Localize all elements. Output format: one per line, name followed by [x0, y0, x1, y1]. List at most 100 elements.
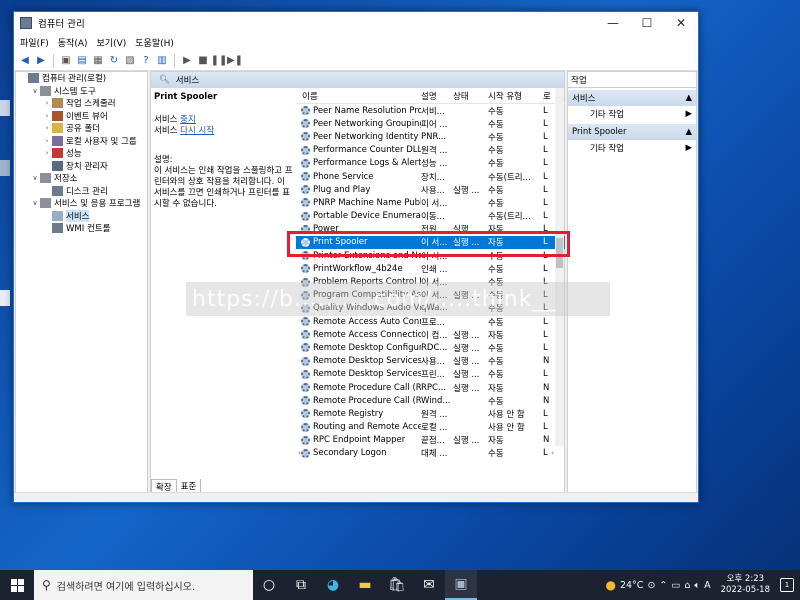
column-description[interactable]: 설명 [421, 90, 453, 102]
expand-chevron-icon[interactable]: ∨ [30, 87, 40, 95]
tree-node[interactable]: ∨ 저장소 [16, 172, 147, 185]
stop-service-link[interactable]: 중지 [180, 115, 196, 125]
service-row[interactable]: Remote Desktop Services 사용... 실행 ... 수동 N [296, 355, 565, 368]
service-row[interactable]: Remote Procedure Call (RP...RPC... 실행 ...… [296, 381, 565, 394]
expand-chevron-icon[interactable]: › [42, 124, 52, 132]
menu-file[interactable]: 파일(F) [20, 36, 49, 49]
actions-section-print-spooler[interactable]: Print Spooler ▲ [568, 124, 696, 140]
people-icon[interactable]: ⊙ [647, 580, 655, 591]
forward-arrow-icon[interactable]: ▶ [34, 54, 48, 68]
service-row[interactable]: Remote Desktop Configura...RDC... 실행 ... 수… [296, 341, 565, 354]
tab-standard[interactable]: 표준 [177, 479, 202, 493]
hidden-icons-chevron-icon[interactable]: ⌃ [659, 580, 667, 591]
refresh-icon[interactable]: ↻ [107, 54, 121, 68]
service-description-cell: 원격 ... [421, 146, 448, 157]
tree-node[interactable]: WMI 컨트롤 [16, 222, 147, 235]
help-icon[interactable]: ? [139, 54, 153, 68]
tree-node[interactable]: ∨ 시스템 도구 [16, 85, 147, 98]
tree-node[interactable]: › 작업 스케줄러 [16, 97, 147, 110]
notification-center-icon[interactable]: 1 [780, 578, 794, 592]
service-row[interactable]: Remote Access Connection...이 컴... 실행 ... 자… [296, 328, 565, 341]
tree-node[interactable]: › 공유 폴더 [16, 122, 147, 135]
show-hide-tree-icon[interactable]: ▤ [75, 54, 89, 68]
battery-icon[interactable]: ⌂ [684, 580, 690, 591]
mail-icon[interactable]: ✉ [413, 570, 445, 600]
volume-icon[interactable]: 🔈︎ [694, 580, 700, 591]
more-actions-item[interactable]: 기타 작업 ▶ [568, 140, 696, 156]
menu-view[interactable]: 보기(V) [97, 36, 127, 49]
expand-chevron-icon[interactable]: › [42, 99, 52, 107]
tab-extended[interactable]: 확장 [151, 479, 177, 493]
back-arrow-icon[interactable]: ◀ [18, 54, 32, 68]
service-row[interactable]: PNRP Machine Name Publi... 이 서... 수동 L [296, 196, 565, 209]
service-row[interactable]: Performance Logs & Alerts 성능 ... 수동 L [296, 157, 565, 170]
scroll-right-icon[interactable]: › [551, 449, 554, 457]
tree-node[interactable]: › 로컬 사용자 및 그룹 [16, 135, 147, 148]
tree-node[interactable]: 장치 관리자 [16, 160, 147, 173]
weather-temperature[interactable]: 24°C [620, 580, 643, 591]
service-row[interactable]: Remote Registry 원격 ... 사용 안 함L [296, 407, 565, 420]
service-row[interactable]: PrintWorkflow_4b24e 인쇄 ... 수동 L [296, 262, 565, 275]
expand-chevron-icon[interactable]: › [42, 137, 52, 145]
start-button[interactable] [0, 570, 34, 600]
collapse-up-icon[interactable]: ▲ [685, 93, 692, 103]
restart-service-icon[interactable]: ▶❚ [227, 54, 243, 68]
tree-node[interactable]: ∨ 서비스 및 응용 프로그램 [16, 197, 147, 210]
service-row[interactable]: Performance Counter DLL ...원격 ...수동L [296, 144, 565, 157]
close-button[interactable]: ✕ [664, 12, 698, 34]
service-row[interactable]: Remote Procedure Call (RP...Wind...수동N [296, 394, 565, 407]
properties-icon[interactable]: ▦ [91, 54, 105, 68]
scroll-left-icon[interactable]: ‹ [298, 449, 301, 457]
service-row[interactable]: Portable Device Enumerato...이동... 수동(트리..… [296, 210, 565, 223]
service-row[interactable]: Peer Networking Identity ... PNR... 수동 L [296, 130, 565, 143]
store-icon[interactable]: 🛍︎ [381, 570, 413, 600]
edge-browser-icon[interactable]: ◕ [317, 570, 349, 600]
actions-section-services[interactable]: 서비스 ▲ [568, 90, 696, 106]
service-row[interactable]: Remote Desktop Services ... 프린... 실행 ... 수동… [296, 368, 565, 381]
horizontal-scrollbar[interactable]: ‹ › [296, 448, 556, 458]
service-row[interactable]: Plug and Play 사용... 실행 ... 수동 L [296, 183, 565, 196]
service-row[interactable]: RPC Endpoint Mapper 끝점... 실행 ... 자동 N [296, 434, 565, 447]
weather-sun-icon[interactable]: ● [605, 578, 615, 592]
service-row[interactable]: Routing and Remote Access 로컬 ... 사용 안 함L [296, 421, 565, 434]
title-bar[interactable]: 컴퓨터 관리 — ☐ ✕ [14, 12, 698, 34]
tree-node[interactable]: 서비스 [16, 209, 147, 223]
file-explorer-icon[interactable]: ▬ [349, 570, 381, 600]
start-service-icon[interactable]: ▶ [180, 54, 194, 68]
export-list-icon[interactable]: ▧ [123, 54, 137, 68]
expand-chevron-icon[interactable]: › [42, 112, 52, 120]
service-row[interactable]: Peer Networking Grouping 피어 ... 수동 L [296, 117, 565, 130]
restart-service-link[interactable]: 다시 시작 [180, 126, 214, 136]
collapse-up-icon[interactable]: ▲ [685, 127, 692, 137]
expand-chevron-icon[interactable]: ∨ [30, 174, 40, 182]
column-name[interactable]: 이름 [296, 90, 421, 102]
vertical-scrollbar[interactable] [555, 88, 564, 446]
tree-node[interactable]: 디스크 관리 [16, 185, 147, 198]
computer-management-taskbar-icon[interactable]: ▣ [445, 570, 477, 600]
up-folder-icon[interactable]: ▣ [59, 54, 73, 68]
expand-chevron-icon[interactable]: › [42, 149, 52, 157]
pause-service-icon[interactable]: ❚❚ [211, 54, 228, 68]
menu-help[interactable]: 도움말(H) [135, 36, 174, 49]
maximize-button[interactable]: ☐ [630, 12, 664, 34]
service-row[interactable]: Peer Name Resolution Prot...서비...수동L [296, 104, 565, 117]
clock[interactable]: 오후 2:23 2022-05-18 [721, 574, 770, 596]
tree-node[interactable]: › 이벤트 뷰어 [16, 110, 147, 123]
minimize-button[interactable]: — [596, 12, 630, 34]
tree-node[interactable]: 컴퓨터 관리(로컬) [16, 72, 147, 85]
more-actions-item[interactable]: 기타 작업 ▶ [568, 106, 696, 122]
stop-service-icon[interactable]: ■ [196, 54, 210, 68]
network-icon[interactable]: ▭ [671, 580, 680, 591]
column-status[interactable]: 상태 [453, 90, 488, 102]
tree-node[interactable]: › 성능 [16, 147, 147, 160]
taskbar-search-box[interactable]: ⚲ 검색하려면 여기에 입력하십시오. [34, 570, 253, 600]
cortana-icon[interactable]: ○ [253, 570, 285, 600]
ime-indicator[interactable]: A [704, 580, 711, 591]
task-view-icon[interactable]: ⧉ [285, 570, 317, 600]
menu-action[interactable]: 동작(A) [58, 36, 88, 49]
service-row[interactable]: Remote Access Auto Conn... 프로... 수동 L [296, 315, 565, 328]
service-row[interactable]: Phone Service 장치... 수동(트리... L [296, 170, 565, 183]
column-startup-type[interactable]: 시작 유형 [488, 90, 543, 102]
show-hide-action-pane-icon[interactable]: ▥ [155, 54, 169, 68]
expand-chevron-icon[interactable]: ∨ [30, 199, 40, 207]
